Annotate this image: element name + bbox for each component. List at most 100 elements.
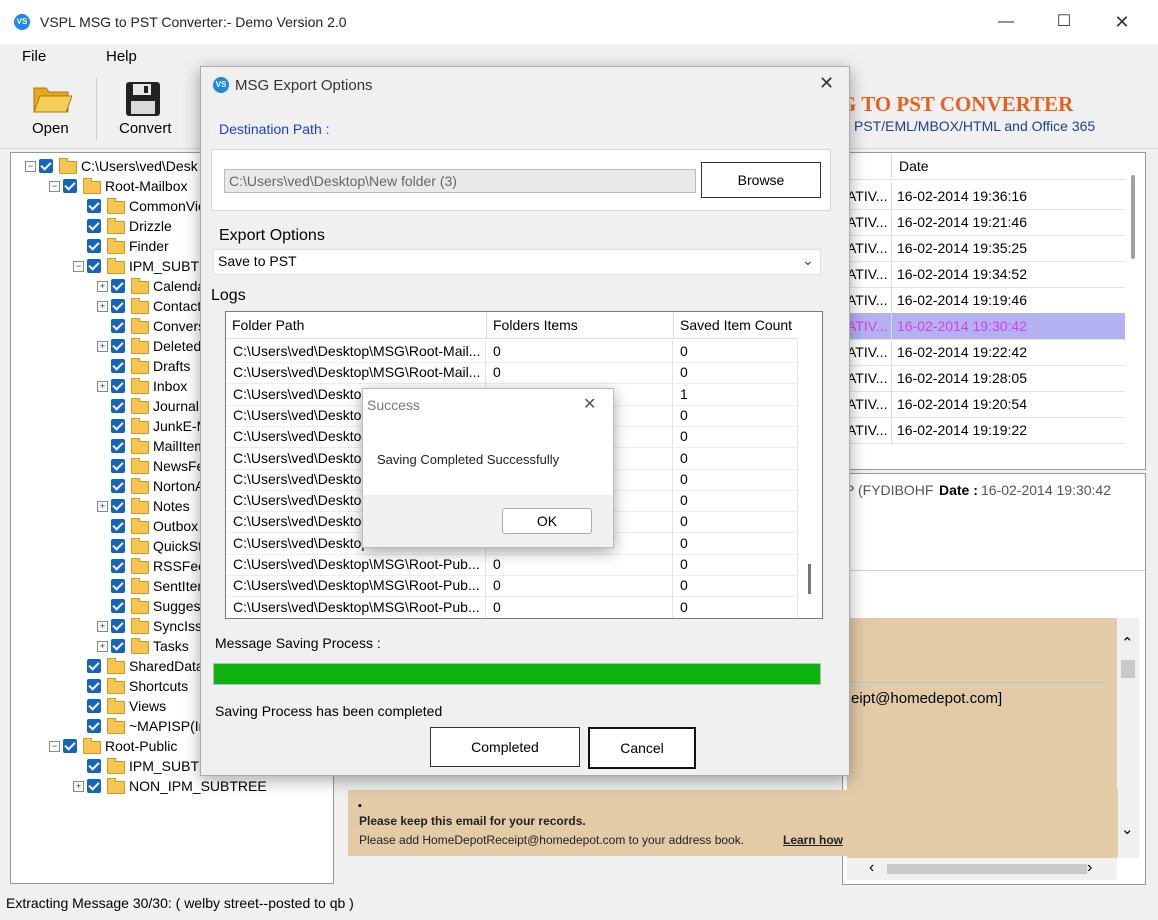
expand-icon[interactable]: + [73,781,84,792]
checkbox-checked-icon[interactable] [87,719,101,733]
grid-date-header[interactable]: Date [899,158,929,174]
scroll-thumb[interactable] [1121,660,1135,678]
tree-item[interactable]: + NON_IPM_SUBTREE [11,776,331,796]
tree-item-label: Shortcuts [129,678,189,694]
scroll-down-icon[interactable]: ⌄ [1121,820,1134,838]
collapse-icon[interactable]: − [25,161,36,172]
expand-icon[interactable]: + [97,621,108,632]
checkbox-checked-icon[interactable] [111,619,125,633]
log-row[interactable]: C:\Users\ved\Desktop\MSG\Root-Pub... 0 0 [226,596,798,618]
grid-cell-date: 16-02-2014 19:21:46 [897,214,1027,230]
checkbox-checked-icon[interactable] [87,259,101,273]
browse-button[interactable]: Browse [701,162,821,198]
col-folder-path[interactable]: Folder Path [232,317,304,333]
email-keep-text: Please keep this email for your records. [359,814,586,828]
checkbox-checked-icon[interactable] [111,339,125,353]
log-row[interactable]: C:\Users\ved\Desktop\MSG\Root-Mail...00 [226,362,798,385]
checkbox-checked-icon[interactable] [87,699,101,713]
grid-row[interactable]: ATIV... 16-02-2014 19:21:46 [843,209,1125,236]
checkbox-checked-icon[interactable] [63,739,77,753]
log-row[interactable]: C:\Users\ved\Desktop\MSG\Root-Pub... 0 0 [226,575,798,598]
cancel-button[interactable]: Cancel [588,727,696,769]
grid-row[interactable]: ATIV... 16-02-2014 19:22:42 [843,339,1125,366]
checkbox-checked-icon[interactable] [111,639,125,653]
menu-help[interactable]: Help [106,48,137,65]
checkbox-checked-icon[interactable] [111,579,125,593]
scroll-left-icon[interactable]: ‹ [869,859,874,877]
grid-cell-from: ATIV... [847,292,888,308]
expand-icon[interactable]: + [97,501,108,512]
collapse-icon[interactable]: − [49,181,60,192]
open-button[interactable]: Open [24,74,84,144]
progress-fill [214,664,820,684]
status-text: Extracting Message 30/30: ( welby street… [6,895,354,911]
grid-row[interactable]: ATIV... 16-02-2014 19:36:16 [843,183,1125,210]
checkbox-checked-icon[interactable] [111,439,125,453]
checkbox-checked-icon[interactable] [111,299,125,313]
checkbox-checked-icon[interactable] [111,319,125,333]
message-grid[interactable]: Date ATIV... 16-02-2014 19:36:16 ATIV... 16… [842,152,1146,470]
scroll-up-icon[interactable]: ⌃ [1121,634,1134,652]
col-saved-count[interactable]: Saved Item Count [680,317,792,333]
checkbox-checked-icon[interactable] [39,159,53,173]
minimize-icon[interactable]: — [994,10,1018,34]
grid-row[interactable]: ATIV... 16-02-2014 19:35:25 [843,235,1125,262]
ok-button[interactable]: OK [502,508,592,534]
grid-row[interactable]: ATIV... 16-02-2014 19:19:46 [843,287,1125,314]
completed-button[interactable]: Completed [430,727,580,767]
checkbox-checked-icon[interactable] [111,359,125,373]
logs-scrollbar-thumb[interactable] [808,564,811,594]
hscroll-thumb[interactable] [887,864,1087,874]
checkbox-checked-icon[interactable] [87,199,101,213]
scroll-right-icon[interactable]: › [1087,859,1092,877]
convert-button[interactable]: Convert [112,74,178,144]
checkbox-checked-icon[interactable] [87,659,101,673]
checkbox-checked-icon[interactable] [111,459,125,473]
checkbox-checked-icon[interactable] [87,679,101,693]
checkbox-checked-icon[interactable] [87,759,101,773]
checkbox-checked-icon[interactable] [111,479,125,493]
success-close-icon[interactable]: ✕ [583,394,596,414]
col-folders-items[interactable]: Folders Items [493,317,578,333]
checkbox-checked-icon[interactable] [63,179,77,193]
checkbox-checked-icon[interactable] [111,499,125,513]
checkbox-checked-icon[interactable] [87,779,101,793]
grid-row[interactable]: ATIV... 16-02-2014 19:19:22 [843,417,1125,444]
checkbox-checked-icon[interactable] [111,559,125,573]
preview-vscroll[interactable]: ⌃ ⌄ [1117,618,1139,858]
grid-row[interactable]: ATIV... 16-02-2014 19:20:54 [843,391,1125,418]
collapse-icon[interactable]: − [49,741,60,752]
close-icon[interactable]: ✕ [1110,10,1134,34]
preview-hscroll[interactable]: ‹ › [847,858,1117,880]
log-row[interactable]: C:\Users\ved\Desktop\MSG\Root-Pub... 0 0 [226,554,798,576]
maximize-icon[interactable]: ☐ [1052,10,1076,34]
checkbox-checked-icon[interactable] [87,239,101,253]
checkbox-checked-icon[interactable] [111,599,125,613]
folder-icon [131,538,149,554]
expand-icon[interactable]: + [97,641,108,652]
grid-row[interactable]: ATIV... 16-02-2014 19:28:05 [843,365,1125,392]
collapse-icon[interactable]: − [73,261,84,272]
checkbox-checked-icon[interactable] [87,219,101,233]
export-format-select[interactable]: Save to PST ⌄ [213,249,821,275]
checkbox-checked-icon[interactable] [111,399,125,413]
menu-file[interactable]: File [22,48,46,65]
expand-icon[interactable]: + [97,281,108,292]
expand-icon[interactable]: + [97,301,108,312]
grid-row[interactable]: ATIV... 16-02-2014 19:30:42 [843,313,1125,340]
checkbox-checked-icon[interactable] [111,379,125,393]
checkbox-checked-icon[interactable] [111,539,125,553]
dialog-close-icon[interactable]: ✕ [819,73,834,94]
grid-scrollbar-thumb[interactable] [1131,175,1135,259]
checkbox-checked-icon[interactable] [111,519,125,533]
log-row[interactable]: C:\Users\ved\Desktop\MSG\Root-Mail...00 [226,341,798,363]
grid-row[interactable]: ATIV... 16-02-2014 19:34:52 [843,261,1125,288]
learn-how-link[interactable]: Learn how [783,833,843,847]
expand-icon[interactable]: + [97,341,108,352]
destination-path-input[interactable]: C:\Users\ved\Desktop\New folder (3) [224,169,696,193]
checkbox-checked-icon[interactable] [111,279,125,293]
checkbox-checked-icon[interactable] [111,419,125,433]
tree-item-label: ~MAPISP(In [129,718,207,734]
success-dialog: Success ✕ Saving Completed Successfully … [362,388,614,548]
expand-icon[interactable]: + [97,381,108,392]
